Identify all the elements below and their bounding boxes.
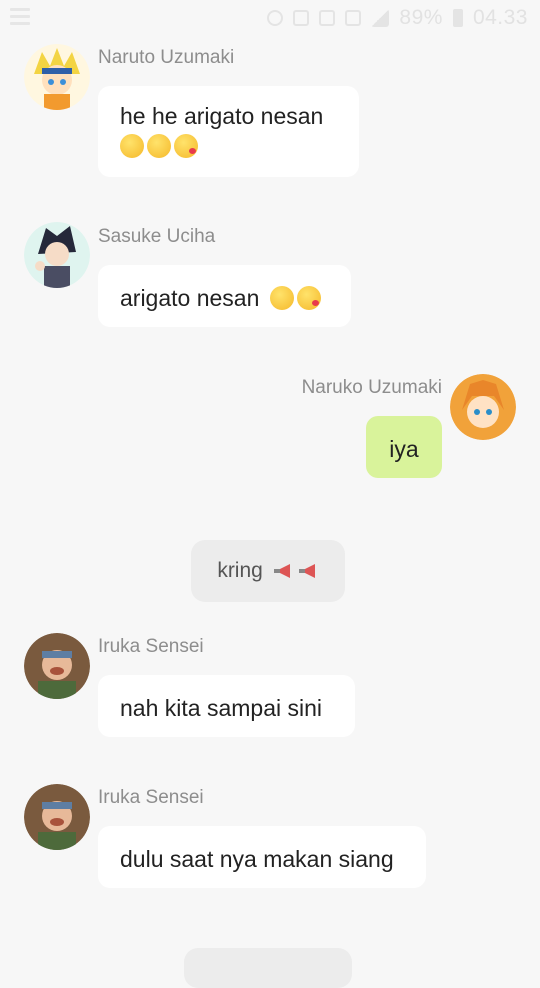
message-text: iya [389,436,419,462]
message-text: arigato nesan [120,285,260,311]
winking-face-emoji [147,134,171,158]
system-text: kring [217,559,263,582]
avatar[interactable] [24,44,90,110]
signal-icon [371,9,390,27]
message-bubble[interactable]: dulu saat nya makan siang [98,826,426,888]
menu-icon[interactable] [10,8,30,26]
sender-name: Naruko Uzumaki [301,377,442,398]
system-message: kring [191,540,345,602]
message-bubble[interactable]: nah kita sampai sini [98,675,355,737]
data-icon [319,10,336,26]
relieved-face-emoji [120,134,144,158]
clock: 04.33 [472,6,528,29]
avatar[interactable] [24,784,90,850]
alarm-icon [267,10,284,26]
message-text: nah kita sampai sini [120,695,322,721]
loudspeaker-icon [273,564,290,578]
message-text: dulu saat nya makan siang [120,846,394,872]
battery-icon [452,9,463,27]
message-bubble[interactable]: arigato nesan [98,265,351,327]
avatar[interactable] [24,633,90,699]
message-bubble[interactable]: iya [366,416,442,478]
sim-icon [345,10,362,26]
sender-name: Iruka Sensei [98,636,204,657]
message-bubble[interactable]: he he arigato nesan [98,86,359,177]
status-icons: 89% 04.33 [267,6,528,30]
avatar[interactable] [24,222,90,288]
kissing-face-emoji [174,134,198,158]
battery-percent: 89% [399,6,443,29]
winking-face-emoji [269,286,294,310]
sender-name: Naruto Uzumaki [98,47,235,68]
system-message [184,948,352,988]
sender-name: Iruka Sensei [98,787,204,808]
loudspeaker-icon [298,564,315,578]
kissing-face-emoji [296,286,321,310]
notification-icon [293,10,310,26]
message-text: he he arigato nesan [120,103,324,129]
sender-name: Sasuke Uciha [98,226,216,247]
avatar[interactable] [450,374,516,440]
status-bar: 89% 04.33 [0,0,540,36]
